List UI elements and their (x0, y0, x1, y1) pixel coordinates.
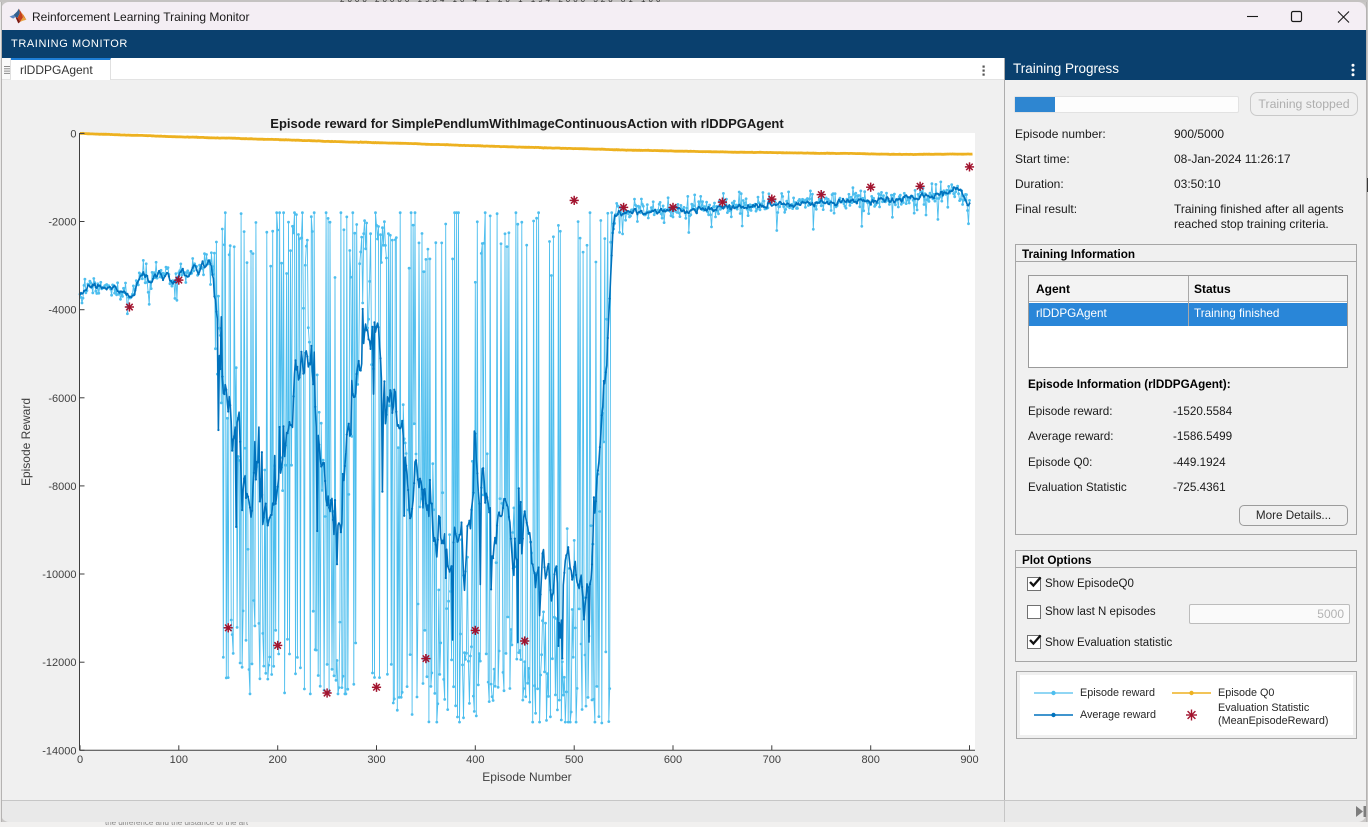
svg-text:-10000: -10000 (42, 569, 76, 581)
svg-text:Episode Reward: Episode Reward (19, 398, 33, 486)
svg-text:-6000: -6000 (48, 393, 76, 405)
svg-text:800: 800 (862, 754, 880, 766)
svg-text:300: 300 (367, 754, 385, 766)
svg-text:-4000: -4000 (48, 305, 76, 317)
svg-text:Episode Number: Episode Number (482, 770, 571, 784)
svg-text:400: 400 (466, 754, 484, 766)
svg-text:-12000: -12000 (42, 657, 76, 669)
svg-text:500: 500 (565, 754, 583, 766)
svg-text:0: 0 (70, 128, 76, 140)
svg-text:-14000: -14000 (42, 745, 76, 757)
svg-text:600: 600 (664, 754, 682, 766)
svg-text:100: 100 (170, 754, 188, 766)
svg-text:700: 700 (763, 754, 781, 766)
svg-text:-8000: -8000 (48, 481, 76, 493)
svg-text:-2000: -2000 (48, 217, 76, 229)
svg-text:900: 900 (960, 754, 978, 766)
svg-text:200: 200 (269, 754, 287, 766)
svg-text:Episode reward for SimplePendl: Episode reward for SimplePendlumWithImag… (270, 116, 784, 131)
svg-text:0: 0 (77, 754, 83, 766)
